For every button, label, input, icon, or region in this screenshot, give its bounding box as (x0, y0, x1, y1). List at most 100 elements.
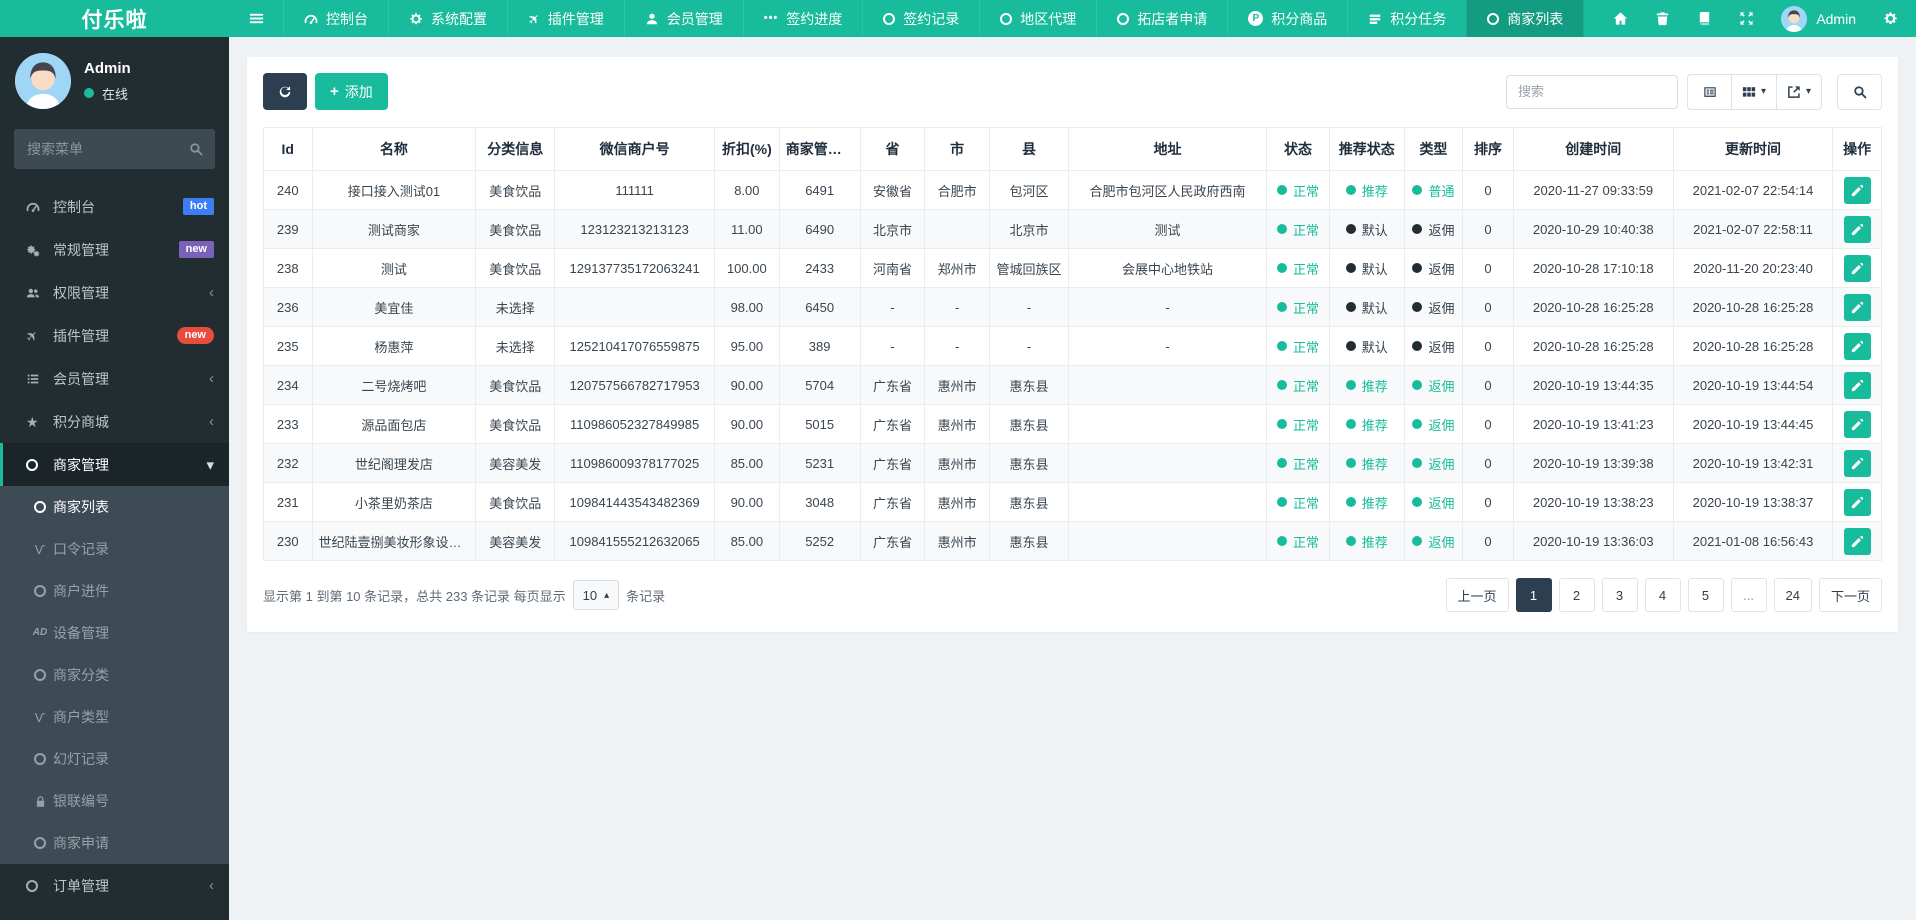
status-badge[interactable]: 正常 (1276, 454, 1319, 473)
pagination-page-button[interactable]: 1 (1515, 578, 1552, 612)
recommend-badge[interactable]: 推荐 (1345, 376, 1388, 395)
edit-button[interactable] (1843, 176, 1871, 204)
edit-button[interactable] (1843, 293, 1871, 321)
sidebar-item[interactable]: 优惠券‹ (0, 907, 229, 920)
type-badge[interactable]: 返佣 (1412, 376, 1454, 395)
sidebar-item[interactable]: 订单管理 ‹ (0, 864, 229, 907)
edit-button[interactable] (1843, 410, 1871, 438)
sidebar-item[interactable]: ✈ 插件管理 new (0, 314, 229, 357)
topbar-tab[interactable]: 会员管理 (623, 0, 743, 37)
pagination-next-button[interactable]: 下一页 (1818, 578, 1882, 612)
status-badge[interactable]: 正常 (1276, 259, 1319, 278)
status-badge[interactable]: 正常 (1276, 493, 1319, 512)
topbar-tab[interactable]: P 积分商品 (1227, 0, 1347, 37)
table-column-header[interactable]: 状态 (1266, 127, 1330, 171)
table-column-header[interactable]: 创建时间 (1512, 127, 1674, 171)
topbar-tab[interactable]: 拓店者申请 (1096, 0, 1227, 37)
home-icon[interactable] (1613, 11, 1628, 26)
table-column-header[interactable]: 省 (859, 127, 926, 171)
columns-button[interactable]: ▾ (1732, 73, 1777, 110)
sidebar-subitem[interactable]: 商家列表 (0, 486, 229, 528)
status-badge[interactable]: 正常 (1276, 337, 1319, 356)
topbar-tab[interactable]: 控制台 (283, 0, 388, 37)
refresh-button[interactable] (263, 73, 307, 110)
recommend-badge[interactable]: 默认 (1345, 298, 1388, 317)
table-column-header[interactable]: 商家管理员 (778, 127, 861, 171)
edit-button[interactable] (1843, 332, 1871, 360)
search-button[interactable] (1837, 73, 1882, 110)
sidebar-subitem[interactable]: 银联编号 (0, 780, 229, 822)
type-badge[interactable]: 普通 (1412, 181, 1454, 200)
admin-menu[interactable]: Admin (1781, 5, 1856, 32)
recommend-badge[interactable]: 默认 (1345, 337, 1388, 356)
table-column-header[interactable]: 推荐状态 (1328, 127, 1405, 171)
table-column-header[interactable]: 微信商户号 (554, 127, 715, 171)
export-button[interactable]: ▾ (1777, 73, 1822, 110)
menu-search-input[interactable] (14, 129, 215, 169)
recommend-badge[interactable]: 默认 (1345, 259, 1388, 278)
sidebar-subitem[interactable]: 幻灯记录 (0, 738, 229, 780)
sidebar-item[interactable]: ★ 积分商城 ‹ (0, 400, 229, 443)
sidebar-item[interactable]: 权限管理 ‹ (0, 271, 229, 314)
recommend-badge[interactable]: 推荐 (1345, 415, 1388, 434)
topbar-tab[interactable]: 地区代理 (979, 0, 1096, 37)
sidebar-item[interactable]: 商家管理 ▾ (0, 443, 229, 486)
table-column-header[interactable]: 排序 (1462, 127, 1514, 171)
pagination-page-button[interactable]: 24 (1773, 578, 1812, 612)
recommend-badge[interactable]: 默认 (1345, 220, 1388, 239)
book-icon[interactable] (1697, 11, 1712, 26)
edit-button[interactable] (1843, 488, 1871, 516)
table-column-header[interactable]: 县 (989, 127, 1069, 171)
app-logo[interactable]: 付乐啦 (0, 0, 229, 37)
topbar-tab[interactable]: ••• 签约进度 (742, 0, 863, 37)
edit-button[interactable] (1843, 371, 1871, 399)
table-column-header[interactable]: 市 (924, 127, 991, 171)
recommend-badge[interactable]: 推荐 (1345, 454, 1388, 473)
topbar-tab[interactable]: 系统配置 (388, 0, 507, 37)
sidebar-subitem[interactable]: Ѵ 商户类型 (0, 696, 229, 738)
gear-icon[interactable] (1883, 11, 1898, 26)
type-badge[interactable]: 返佣 (1412, 337, 1454, 356)
pagination-page-button[interactable]: 4 (1644, 578, 1681, 612)
type-badge[interactable]: 返佣 (1412, 493, 1454, 512)
recommend-badge[interactable]: 推荐 (1345, 181, 1388, 200)
sidebar-subitem[interactable]: 商家分类 (0, 654, 229, 696)
pagination-page-button[interactable]: 5 (1687, 578, 1724, 612)
edit-button[interactable] (1843, 449, 1871, 477)
type-badge[interactable]: 返佣 (1412, 454, 1454, 473)
sidebar-subitem[interactable]: AD 设备管理 (0, 612, 229, 654)
table-column-header[interactable]: 类型 (1403, 127, 1464, 171)
page-size-select[interactable]: 10 ▴ (572, 580, 620, 610)
sidebar-subitem[interactable]: 商户进件 (0, 570, 229, 612)
status-badge[interactable]: 正常 (1276, 415, 1319, 434)
table-column-header[interactable]: 地址 (1067, 127, 1268, 171)
recommend-badge[interactable]: 推荐 (1345, 493, 1388, 512)
status-badge[interactable]: 正常 (1276, 376, 1319, 395)
type-badge[interactable]: 返佣 (1412, 415, 1454, 434)
status-badge[interactable]: 正常 (1276, 220, 1319, 239)
sidebar-item[interactable]: 常规管理 new (0, 228, 229, 271)
status-badge[interactable]: 正常 (1276, 532, 1319, 551)
table-column-header[interactable]: 更新时间 (1672, 127, 1834, 171)
status-badge[interactable]: 正常 (1276, 298, 1319, 317)
edit-button[interactable] (1843, 254, 1871, 282)
topbar-tab[interactable]: 积分任务 (1347, 0, 1466, 37)
edit-button[interactable] (1843, 215, 1871, 243)
table-column-header[interactable]: 名称 (311, 127, 477, 171)
edit-button[interactable] (1843, 527, 1871, 555)
trash-icon[interactable] (1655, 11, 1670, 26)
table-column-header[interactable]: 折扣(%) (713, 127, 780, 171)
table-column-header[interactable]: 操作 (1832, 127, 1882, 171)
detail-view-button[interactable] (1687, 73, 1732, 110)
type-badge[interactable]: 返佣 (1412, 220, 1454, 239)
type-badge[interactable]: 返佣 (1412, 259, 1454, 278)
type-badge[interactable]: 返佣 (1412, 532, 1454, 551)
sidebar-item[interactable]: 控制台 hot (0, 185, 229, 228)
table-column-header[interactable]: Id (263, 127, 313, 171)
status-badge[interactable]: 正常 (1276, 181, 1319, 200)
topbar-tab[interactable]: ✈ 插件管理 (507, 0, 624, 37)
sidebar-subitem[interactable]: Ѵ 口令记录 (0, 528, 229, 570)
pagination-page-button[interactable]: 3 (1601, 578, 1638, 612)
recommend-badge[interactable]: 推荐 (1345, 532, 1388, 551)
sidebar-toggle-button[interactable] (229, 0, 283, 37)
